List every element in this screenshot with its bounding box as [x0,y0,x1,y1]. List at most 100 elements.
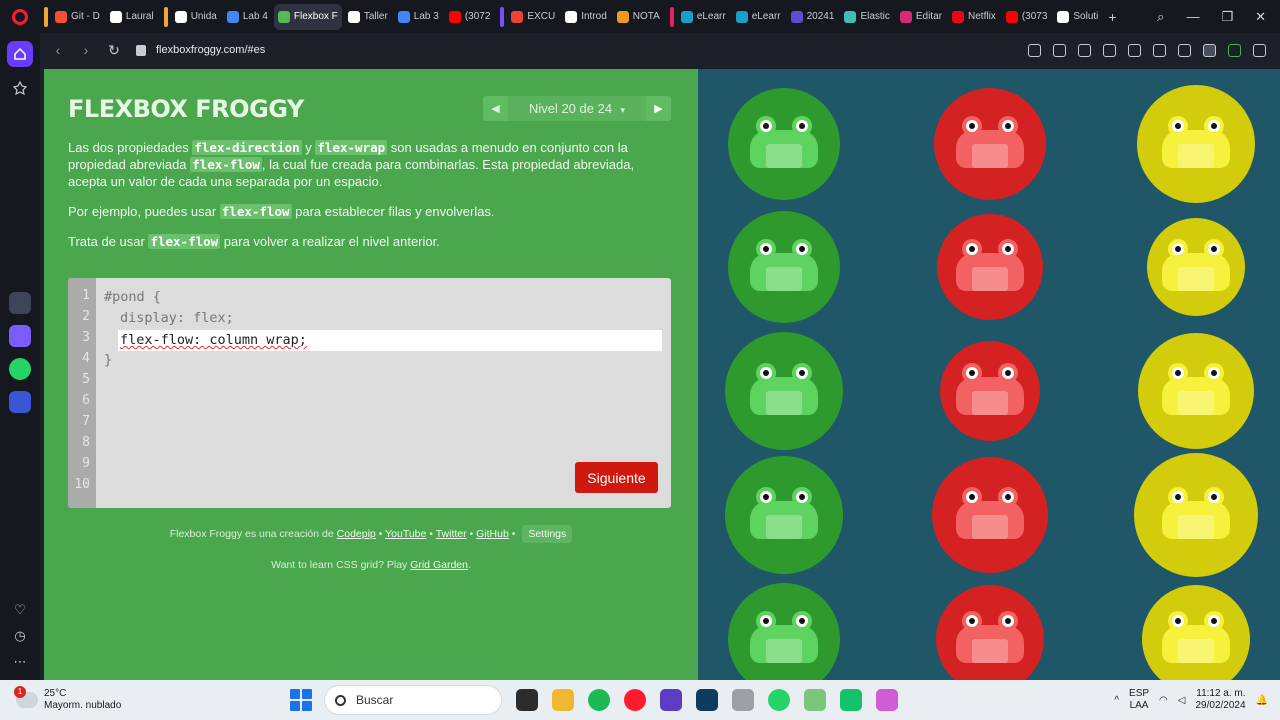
terminal-icon[interactable] [696,689,718,711]
search-tabs-icon[interactable]: ⌕ [1157,9,1164,25]
tab-label: eLearr [751,11,781,22]
weather-widget[interactable]: 1 25°C Mayorm. nublado [0,686,260,712]
codepip-link[interactable]: Codepip [337,528,376,540]
browser-tab[interactable]: (3072 [445,4,495,30]
next-level-arrow-icon[interactable]: ▶ [645,96,671,121]
teams-icon[interactable] [660,689,682,711]
search-icon [335,694,346,706]
browser-tab[interactable]: Unida [171,4,221,30]
file-explorer-icon[interactable] [552,689,574,711]
whatsapp-taskbar-icon[interactable] [768,689,790,711]
play-icon[interactable] [1103,43,1116,57]
browser-tab[interactable]: Soluti [1053,4,1102,30]
settings-button[interactable]: Settings [522,525,573,543]
browser-tab[interactable]: Git - D [51,4,104,30]
browser-tab[interactable]: Netflix [948,4,1000,30]
shield-icon[interactable] [1078,43,1091,57]
tools-icon[interactable] [804,689,826,711]
clock[interactable]: 11:12 a. m. 29/02/2024 [1195,688,1245,712]
aria-icon[interactable] [9,292,31,314]
heart-bookmark-icon[interactable] [1128,43,1141,57]
restore-icon[interactable]: ❐ [1221,9,1233,25]
pinboard-icon[interactable] [7,75,33,101]
browser-tab[interactable]: EXCU [507,4,559,30]
line-number: 4 [82,351,90,366]
forward-button[interactable]: › [72,42,100,58]
twitter-link[interactable]: Twitter [436,528,467,540]
close-icon[interactable]: ✕ [1255,9,1266,25]
browser-tab[interactable]: Flexbox Fro [273,3,342,30]
language-indicator[interactable]: ESP LAA [1129,688,1149,712]
history-icon[interactable]: ◷ [14,628,25,644]
browser-tab[interactable]: Lab 3 [394,4,443,30]
taskbar-search[interactable]: Buscar [324,685,502,715]
whatsapp-icon[interactable] [9,358,31,380]
tab-group-marker[interactable] [500,6,505,27]
github-link[interactable]: GitHub [476,528,509,540]
menu-icon[interactable] [1178,43,1191,57]
browser-tab[interactable]: (3073 [1002,4,1052,30]
address-bar: ‹ › ↻ flexboxfroggy.com/#es [44,33,1280,67]
line-number: 2 [82,309,90,324]
snipping-tool-icon[interactable] [876,689,898,711]
media-player-icon[interactable] [840,689,862,711]
reload-button[interactable]: ↻ [100,42,128,59]
system-tray: ^ ESP LAA ◠ ◁ 11:12 a. m. 29/02/2024 🔔 [1114,688,1280,712]
css-editor: 1 2 3 4 5 6 7 8 9 10 #pond { display: flex; } fle… [68,278,671,508]
opera-icon[interactable] [624,689,646,711]
credits-footer: Flexbox Froggy es una creación de Codepi… [44,525,698,543]
tab-favicon-icon [844,10,857,23]
browser-tab[interactable]: Elastic [840,4,893,30]
heart-icon[interactable]: ♡ [14,602,26,618]
home-icon[interactable] [7,41,33,67]
browser-tab[interactable]: Introd [561,4,611,30]
prev-level-arrow-icon[interactable]: ◀ [483,96,508,121]
tab-label: Lab 4 [242,11,268,22]
wifi-icon[interactable]: ◠ [1159,695,1168,706]
share-icon[interactable] [1028,43,1041,57]
browser-tab[interactable]: eLearr [732,4,785,30]
chevron-up-icon[interactable]: ^ [1114,695,1119,706]
download-icon[interactable] [1153,43,1166,57]
browser-tab[interactable]: NOTA [613,4,664,30]
browser-tab[interactable]: 20241 [787,4,839,30]
extensions-icon[interactable] [1253,43,1266,57]
camera-icon[interactable] [1053,43,1066,57]
back-button[interactable]: ‹ [44,42,72,58]
browser-tab[interactable]: Editar [896,4,946,30]
browser-tab[interactable]: Laural [106,4,158,30]
tab-label: Editar [915,11,943,22]
spotify-icon[interactable] [588,689,610,711]
notification-bell-icon[interactable]: 🔔 [1256,695,1268,706]
browser-tab[interactable]: Lab 4 [223,4,272,30]
task-view-icon[interactable] [516,689,538,711]
tab-group-marker[interactable] [44,6,48,27]
time: 11:12 a. m. [1196,688,1246,699]
tab-group-marker[interactable] [669,6,674,27]
tab-group-marker[interactable] [163,6,168,27]
level-dropdown[interactable]: Nivel 20 de 24 ▾ [529,100,625,118]
volume-icon[interactable]: ◁ [1178,695,1186,706]
next-button[interactable]: Siguiente [575,462,658,493]
new-tab-button[interactable]: + [1104,4,1120,30]
line-number-gutter: 1 2 3 4 5 6 7 8 9 10 [68,278,96,508]
youtube-link[interactable]: YouTube [385,528,426,540]
pond-board [698,69,1280,680]
tab-favicon-icon [616,10,629,23]
profile-icon[interactable] [1203,43,1216,57]
windows-start-icon[interactable] [290,689,312,711]
browser-tab[interactable]: eLearr [677,4,730,30]
music-player-icon[interactable] [9,391,31,413]
code-input[interactable]: flex-flow: column wrap; [118,330,662,351]
settings-app-icon[interactable] [732,689,754,711]
url-field[interactable]: flexboxfroggy.com/#es [136,44,1028,56]
opera-logo-icon[interactable] [0,0,40,33]
browser-tab[interactable]: Taller [344,4,392,30]
vpn-icon[interactable] [1228,43,1241,57]
messenger-icon[interactable] [9,325,31,347]
code-input-text: flex-flow: column wrap; [120,332,307,348]
text: y [301,140,316,155]
more-icon[interactable]: ⋯ [14,654,27,670]
grid-garden-link[interactable]: Grid Garden [410,559,468,571]
minimize-icon[interactable]: — [1186,9,1199,24]
